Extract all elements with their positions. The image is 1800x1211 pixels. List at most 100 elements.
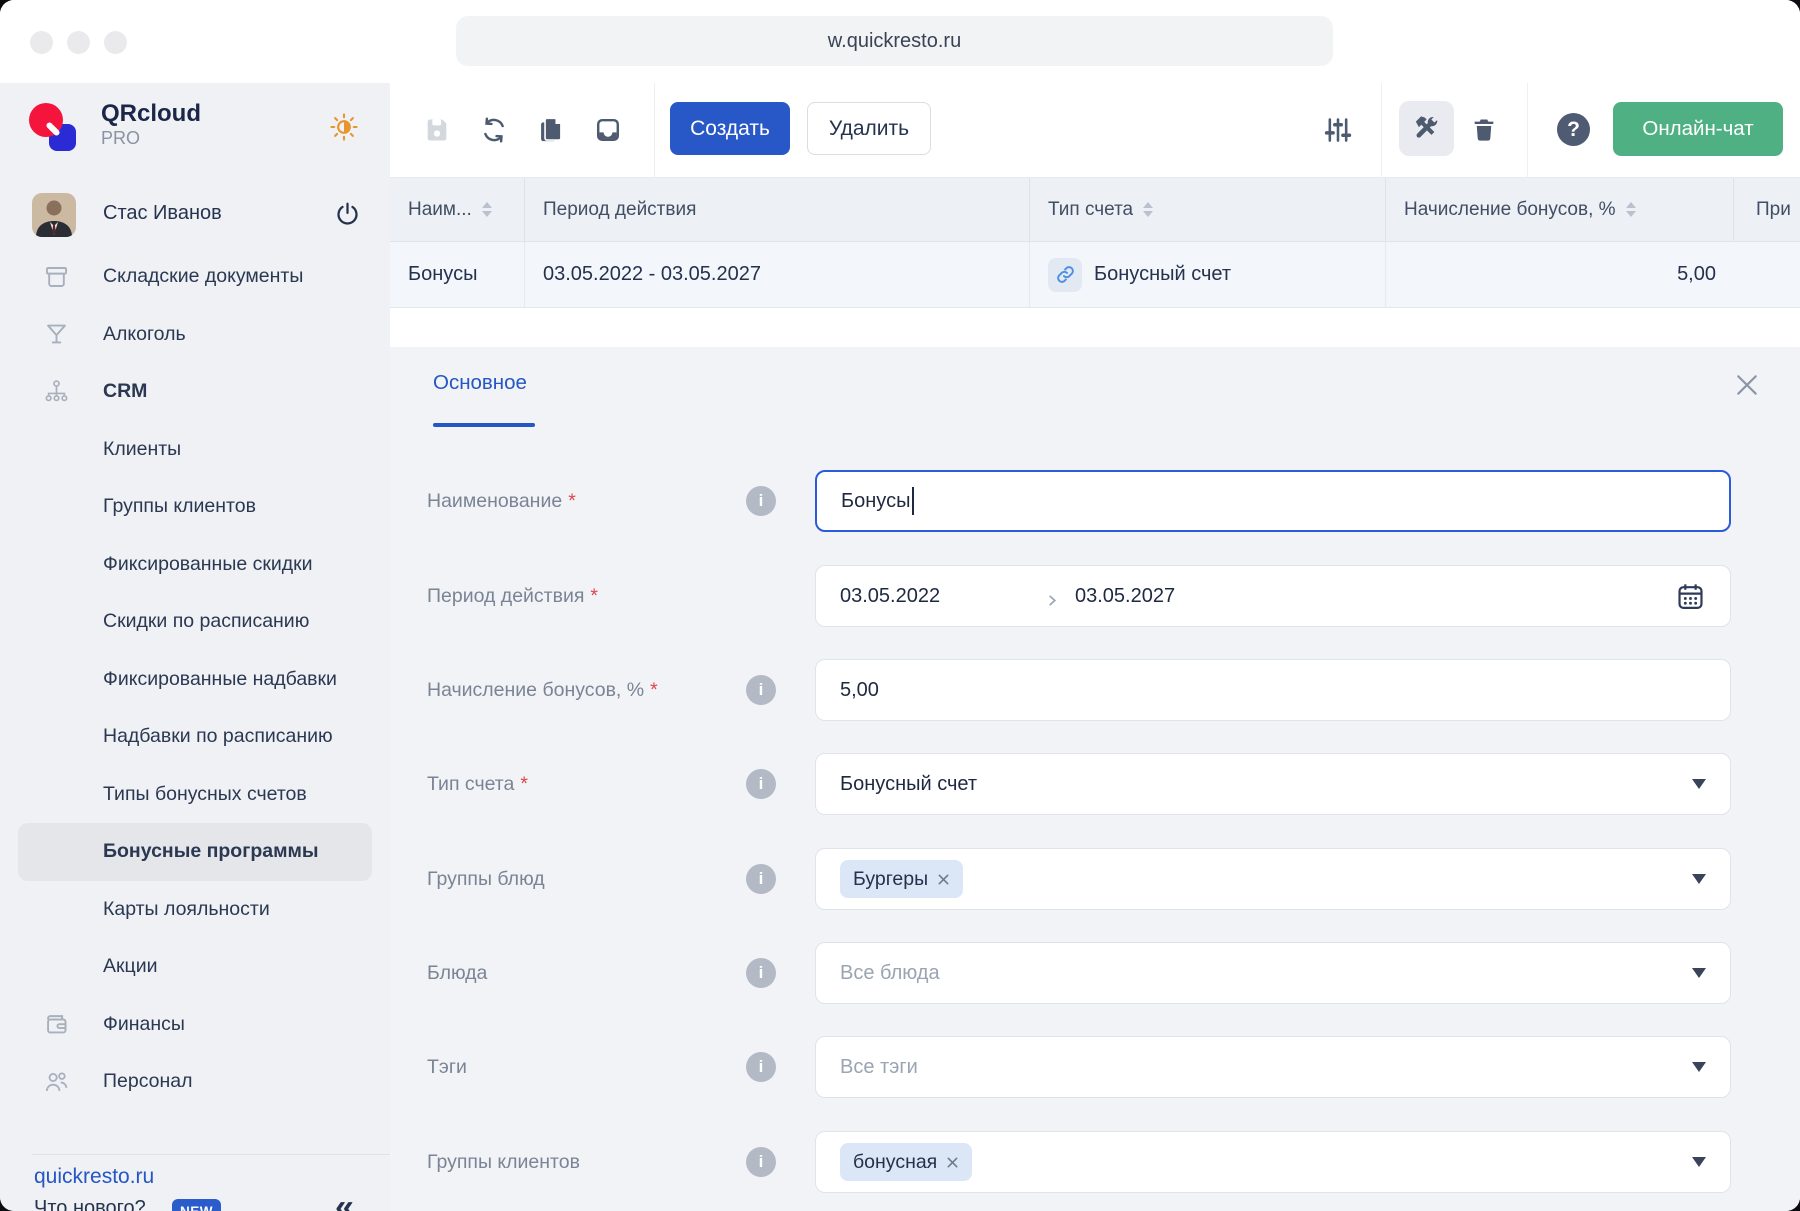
sidebar-item-personal[interactable]: Персонал: [18, 1053, 372, 1111]
theme-brightness-icon[interactable]: [330, 113, 358, 141]
close-panel-button[interactable]: [1734, 372, 1760, 398]
field-label: Период действия: [427, 585, 584, 608]
close-icon: [1734, 372, 1760, 398]
sidebar-item-sklad-dokumenty[interactable]: Складские документы: [18, 248, 372, 306]
sidebar-item-label: Фиксированные скидки: [103, 553, 313, 576]
field-label: Тэги: [427, 1056, 467, 1079]
people-icon: [43, 1068, 70, 1095]
browser-topbar: w.quickresto.ru: [0, 0, 1800, 83]
date-to[interactable]: 03.05.2027: [1075, 585, 1175, 608]
sidebar-item-alkogol[interactable]: Алкоголь: [18, 306, 372, 364]
cell-account-type: Бонусный счет: [1030, 242, 1386, 307]
user-name: Стас Иванов: [103, 202, 222, 225]
form-row-bonus-percent: Начисление бонусов, % * i 5,00: [390, 659, 1800, 721]
column-header-name[interactable]: Наим...: [390, 178, 525, 241]
sidebar-item-label: Скидки по расписанию: [103, 610, 309, 633]
sidebar-item-label: Бонусные программы: [103, 840, 319, 863]
date-from[interactable]: 03.05.2022: [840, 585, 1046, 608]
inbox-tray-icon[interactable]: [594, 116, 622, 144]
sort-arrows-icon[interactable]: [482, 202, 492, 217]
filter-sliders-icon[interactable]: [1324, 116, 1352, 144]
window-zoom-icon[interactable]: [104, 31, 127, 54]
tools-button[interactable]: [1399, 101, 1454, 156]
whats-new-label: Что нового?: [34, 1197, 146, 1211]
sidebar-item-crm[interactable]: CRM: [18, 363, 372, 421]
sidebar-item-fiksirovannye-nadbavki[interactable]: Фиксированные надбавки: [18, 651, 372, 709]
logout-power-icon[interactable]: [334, 201, 361, 228]
sidebar-item-nadbavki-po-raspisaniyu[interactable]: Надбавки по расписанию: [18, 708, 372, 766]
sidebar-item-skidki-po-raspisaniyu[interactable]: Скидки по расписанию: [18, 593, 372, 651]
column-header-apply[interactable]: При: [1734, 178, 1800, 241]
date-range-input[interactable]: 03.05.2022 03.05.2027: [815, 565, 1731, 627]
bonus-percent-input[interactable]: 5,00: [815, 659, 1731, 721]
form-row-tags: Тэги i Все тэги: [390, 1036, 1800, 1098]
field-label: Группы клиентов: [427, 1151, 580, 1174]
info-icon[interactable]: i: [746, 1052, 776, 1082]
sidebar: QRcloud PRO Стас Иванов: [0, 83, 390, 1211]
column-header-period[interactable]: Период действия: [525, 178, 1030, 241]
form-row-period: Период действия * 03.05.2022 03.05.2027: [390, 565, 1800, 627]
info-icon[interactable]: i: [746, 864, 776, 894]
window-minimize-icon[interactable]: [67, 31, 90, 54]
sidebar-item-finansy[interactable]: Финансы: [18, 996, 372, 1054]
required-mark: *: [590, 585, 598, 608]
column-header-bonus-percent[interactable]: Начисление бонусов, %: [1386, 178, 1734, 241]
online-chat-button[interactable]: Онлайн-чат: [1613, 102, 1783, 156]
table-row[interactable]: Бонусы 03.05.2022 - 03.05.2027 Бонусный …: [390, 242, 1800, 308]
chip-remove-icon[interactable]: [937, 873, 950, 886]
sort-arrows-icon[interactable]: [1143, 202, 1153, 217]
tags-select[interactable]: Все тэги: [815, 1036, 1731, 1098]
sidebar-item-karty-loyalnosti[interactable]: Карты лояльности: [18, 881, 372, 939]
info-icon[interactable]: i: [746, 958, 776, 988]
wallet-icon: [43, 1011, 70, 1038]
cell-name: Бонусы: [390, 242, 525, 307]
sidebar-item-label: Финансы: [103, 1013, 185, 1036]
help-button[interactable]: ?: [1557, 113, 1590, 146]
column-header-account-type[interactable]: Тип счета: [1030, 178, 1386, 241]
sidebar-item-tipy-bonusnyh-schetov[interactable]: Типы бонусных счетов: [18, 766, 372, 824]
quickresto-link[interactable]: quickresto.ru: [34, 1165, 154, 1189]
tab-osnovnoe[interactable]: Основное: [433, 371, 527, 395]
toolbar-divider: [1527, 83, 1528, 178]
whats-new-row[interactable]: Что нового? NEW «: [0, 1190, 390, 1211]
calendar-icon[interactable]: [1675, 581, 1706, 612]
info-icon[interactable]: i: [746, 769, 776, 799]
field-label: Начисление бонусов, %: [427, 679, 644, 702]
brand-plan: PRO: [101, 128, 140, 149]
dish-groups-select[interactable]: Бургеры: [815, 848, 1731, 910]
toolbar: Создать Удалить ? Онлайн-чат: [390, 83, 1800, 178]
account-type-select[interactable]: Бонусный счет: [815, 753, 1731, 815]
trash-icon[interactable]: [1470, 116, 1498, 144]
refresh-icon[interactable]: [480, 116, 508, 144]
address-bar[interactable]: w.quickresto.ru: [456, 16, 1333, 66]
user-row[interactable]: Стас Иванов: [0, 191, 390, 237]
sidebar-nav: Складские документы Алкоголь CRM Клиенты…: [0, 248, 390, 1111]
name-input[interactable]: Бонусы: [815, 470, 1731, 532]
dishes-select[interactable]: Все блюда: [815, 942, 1731, 1004]
field-label: Группы блюд: [427, 868, 545, 891]
collapse-sidebar-icon[interactable]: «: [335, 1188, 354, 1211]
qrcloud-logo-icon: [29, 103, 77, 151]
sidebar-item-gruppy-klientov[interactable]: Группы клиентов: [18, 478, 372, 536]
sort-arrows-icon[interactable]: [1626, 202, 1636, 217]
martini-glass-icon: [43, 321, 70, 348]
client-groups-select[interactable]: бонусная: [815, 1131, 1731, 1193]
sidebar-item-klienty[interactable]: Клиенты: [18, 421, 372, 479]
text-cursor: [912, 487, 914, 515]
info-icon[interactable]: i: [746, 675, 776, 705]
info-icon[interactable]: i: [746, 1147, 776, 1177]
chevron-down-icon: [1692, 1157, 1706, 1167]
sidebar-item-fiksirovannye-skidki[interactable]: Фиксированные скидки: [18, 536, 372, 594]
window-close-icon[interactable]: [30, 31, 53, 54]
tags-placeholder: Все тэги: [840, 1056, 918, 1079]
create-button[interactable]: Создать: [670, 102, 790, 155]
main-area: Создать Удалить ? Онлайн-чат: [390, 83, 1800, 1211]
chip-remove-icon[interactable]: [946, 1156, 959, 1169]
required-mark: *: [650, 679, 658, 702]
sidebar-item-label: Фиксированные надбавки: [103, 668, 337, 691]
info-icon[interactable]: i: [746, 486, 776, 516]
delete-button[interactable]: Удалить: [807, 102, 931, 155]
sidebar-item-bonusnye-programmy[interactable]: Бонусные программы: [18, 823, 372, 881]
sidebar-item-akcii[interactable]: Акции: [18, 938, 372, 996]
duplicate-icon[interactable]: [537, 116, 565, 144]
